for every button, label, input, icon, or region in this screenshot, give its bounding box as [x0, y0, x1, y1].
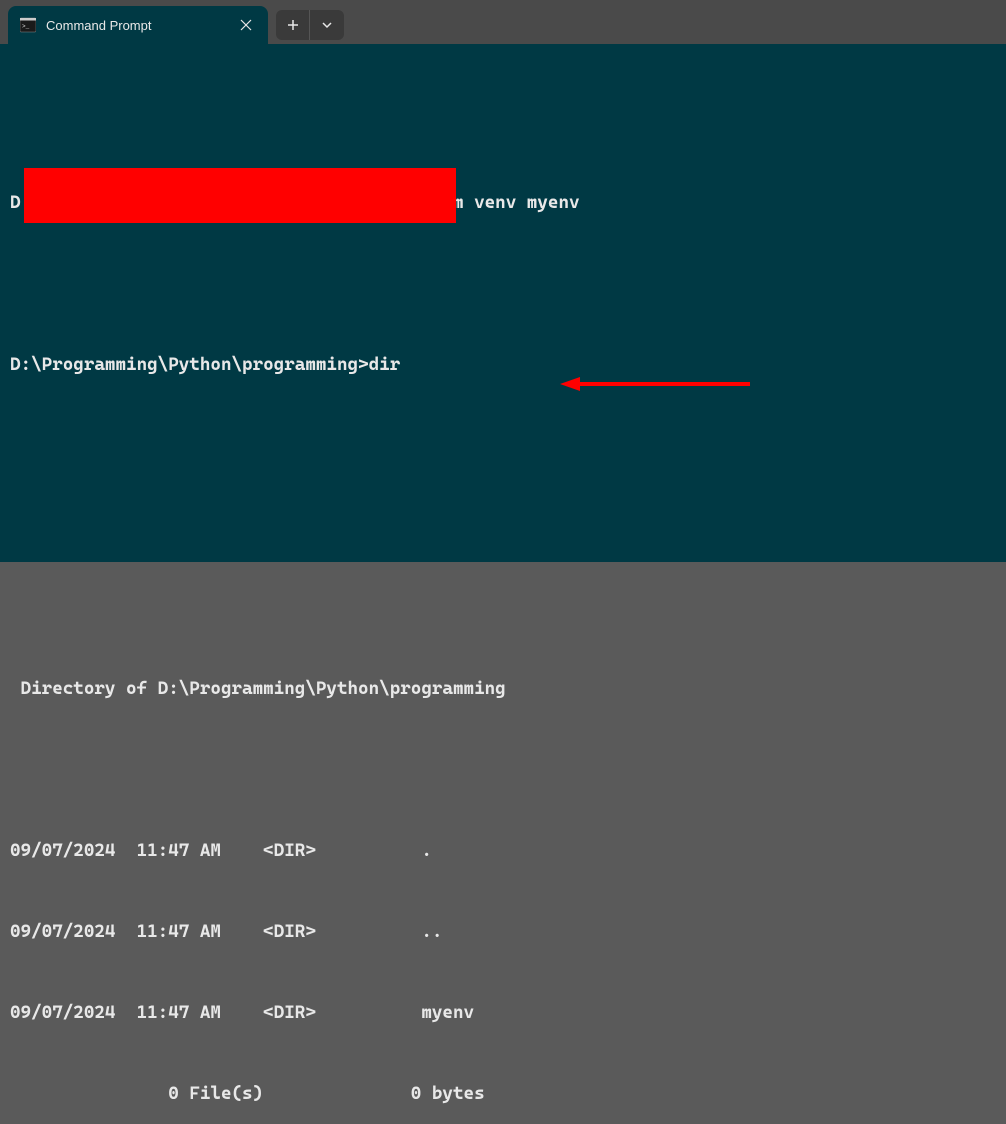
dir-summary: 0 File(s) 0 bytes	[10, 1080, 996, 1107]
active-tab[interactable]: >_ Command Prompt	[8, 6, 268, 44]
close-tab-button[interactable]	[236, 15, 256, 35]
title-bar: >_ Command Prompt	[0, 0, 1006, 44]
dir-header: Directory of D:\Programming\Python\progr…	[10, 675, 996, 702]
dir-entry: 09/07/2024 11:47 AM <DIR> myenv	[10, 999, 996, 1026]
dir-entry: 09/07/2024 11:47 AM <DIR> ..	[10, 918, 996, 945]
tab-actions	[276, 10, 344, 40]
new-tab-button[interactable]	[276, 10, 310, 40]
redacted-region	[24, 168, 456, 223]
cmd-icon: >_	[20, 17, 36, 33]
command-text: dir	[369, 354, 401, 375]
svg-text:>_: >_	[22, 23, 30, 30]
tab-dropdown-button[interactable]	[310, 10, 344, 40]
terminal-body[interactable]: D:\Programming\Python\programming>python…	[0, 44, 1006, 562]
dir-entry: 09/07/2024 11:47 AM <DIR> .	[10, 837, 996, 864]
tab-title: Command Prompt	[46, 18, 226, 33]
prompt-path: D:\Programming\Python\programming>	[10, 354, 369, 375]
